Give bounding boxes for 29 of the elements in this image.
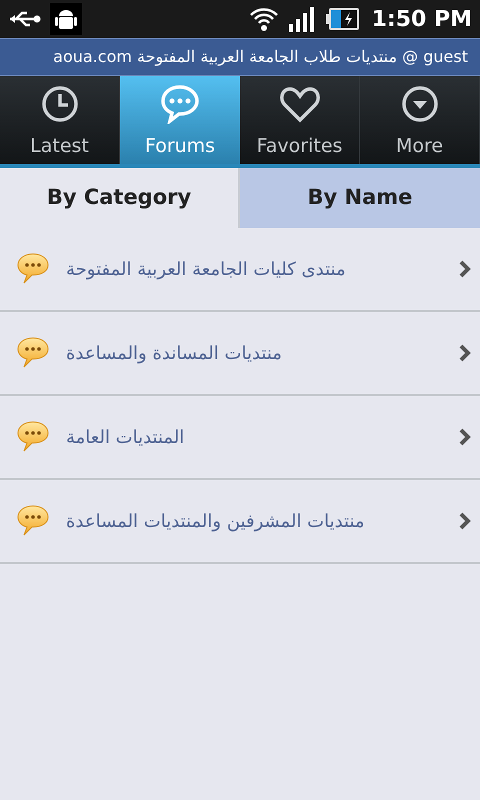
usb-icon <box>8 9 42 29</box>
tab[interactable]: Favorites <box>240 76 360 164</box>
android-icon <box>50 3 82 35</box>
forum-name: منتديات المشرفين والمنتديات المساعدة <box>66 510 365 534</box>
chevron-right-icon <box>458 260 472 278</box>
segment-tab[interactable]: By Name <box>240 168 480 228</box>
forum-name: المنتديات العامة <box>66 426 184 450</box>
clock-icon <box>40 84 80 124</box>
chevron-right-icon <box>458 344 472 362</box>
status-time: 1:50 PM <box>372 6 472 34</box>
chevron-right-icon <box>458 512 472 530</box>
forum-row[interactable]: منتدى كليات الجامعة العربية المفتوحة <box>0 228 480 312</box>
wifi-icon <box>248 5 280 33</box>
tab[interactable]: Forums <box>120 76 240 164</box>
chevron-right-icon <box>458 428 472 446</box>
forum-row[interactable]: منتديات المساندة والمساعدة <box>0 312 480 396</box>
chat-bubble-icon <box>16 504 50 538</box>
forum-name: منتديات المساندة والمساعدة <box>66 342 282 366</box>
chat-bubble-icon <box>16 252 50 286</box>
forum-name: منتدى كليات الجامعة العربية المفتوحة <box>66 258 346 282</box>
forum-row[interactable]: المنتديات العامة <box>0 396 480 480</box>
battery-icon <box>326 6 360 32</box>
tab[interactable]: Latest <box>0 76 120 164</box>
tab[interactable]: More <box>360 76 480 164</box>
forum-row[interactable]: منتديات المشرفين والمنتديات المساعدة <box>0 480 480 564</box>
chat-bubble-icon <box>16 420 50 454</box>
chat-bubble-icon <box>16 336 50 370</box>
window-title: guest @ منتديات طلاب الجامعة العربية المفتوحة aoua.com <box>53 46 468 68</box>
dropdown-circle-icon <box>400 84 440 124</box>
